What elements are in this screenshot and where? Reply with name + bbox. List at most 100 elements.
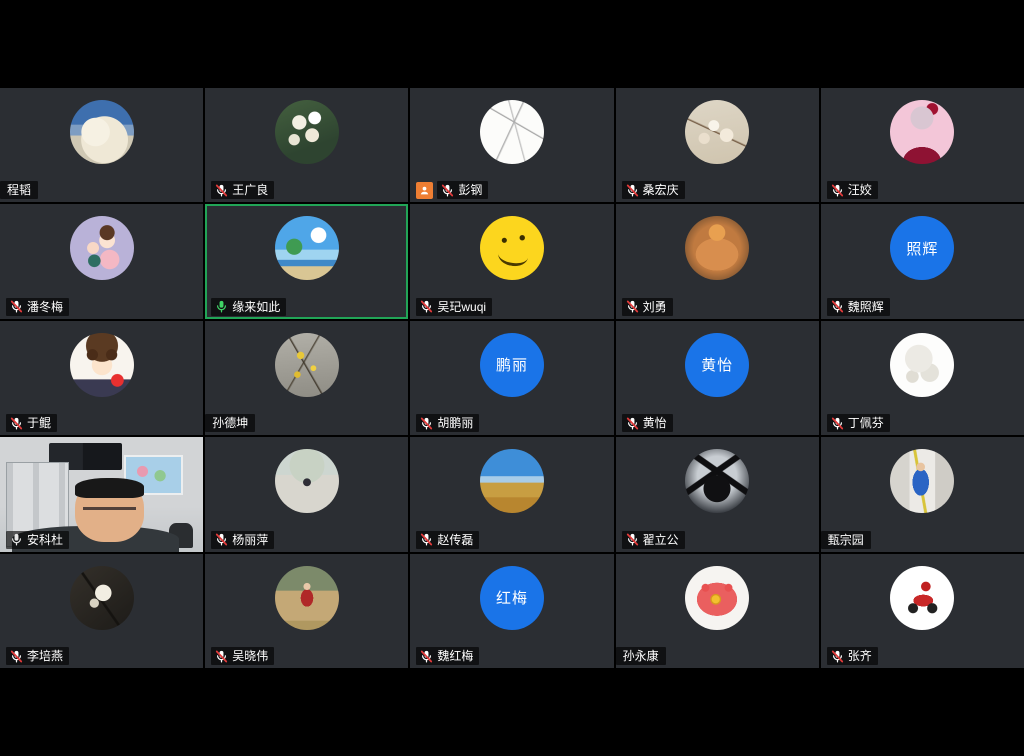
nameplate: 孙永康 (616, 647, 666, 665)
avatar-initials-text: 照辉 (890, 216, 954, 280)
mic-muted-icon (420, 417, 433, 430)
mic-muted-icon (420, 650, 433, 663)
mic-on-icon (10, 533, 23, 546)
participant-tile[interactable]: 黄怡 黄怡 (616, 321, 819, 435)
blossom-avatar (685, 100, 749, 164)
nameplate: 吴晓伟 (211, 647, 274, 665)
smiley-avatar (480, 216, 544, 280)
nameplate: 丁佩芬 (827, 414, 890, 432)
anime-girl-avatar (890, 100, 954, 164)
participant-name: 胡鹏丽 (437, 416, 473, 430)
nameplate: 汪姣 (827, 181, 878, 199)
participant-name: 缘来如此 (232, 300, 280, 314)
participant-name: 赵传磊 (437, 533, 473, 547)
participant-tile[interactable]: 吴晓伟 (205, 554, 408, 668)
family-avatar (70, 216, 134, 280)
participant-tile[interactable]: 翟立公 (616, 437, 819, 551)
participant-name: 甄宗园 (828, 533, 864, 547)
participant-name: 程韬 (7, 183, 31, 197)
gourd-avatar (685, 216, 749, 280)
participant-name: 安科杜 (27, 533, 63, 547)
nameplate: 孙德坤 (205, 414, 255, 432)
nameplate: 魏照辉 (827, 298, 890, 316)
participant-tile[interactable]: 汪姣 (821, 88, 1024, 202)
nameplate: 缘来如此 (211, 298, 286, 316)
figurine-avatar (890, 333, 954, 397)
participant-tile[interactable]: 孙德坤 (205, 321, 408, 435)
participant-name: 丁佩芬 (848, 416, 884, 430)
nameplate: 吴玘wuqi (416, 298, 492, 316)
participant-tile-live-video[interactable]: 安科杜 (0, 437, 203, 551)
participant-tile[interactable]: 甄宗园 (821, 437, 1024, 551)
participant-tile-active-speaker[interactable]: 缘来如此 (205, 204, 408, 318)
participant-tile[interactable]: 丁佩芬 (821, 321, 1024, 435)
mic-muted-icon (831, 650, 844, 663)
participant-name: 杨丽萍 (232, 533, 268, 547)
participant-tile[interactable]: 于鲲 (0, 321, 203, 435)
participant-tile[interactable]: 王广良 (205, 88, 408, 202)
nameplate: 安科杜 (6, 531, 69, 549)
mic-muted-icon (626, 184, 639, 197)
nameplate: 李培燕 (6, 647, 69, 665)
mic-muted-icon (626, 533, 639, 546)
nameplate: 赵传磊 (416, 531, 479, 549)
participant-tile[interactable]: 桑宏庆 (616, 88, 819, 202)
nameplate: 王广良 (211, 181, 274, 199)
letterbox-bottom (0, 668, 1024, 756)
participant-name: 潘冬梅 (27, 300, 63, 314)
mic-muted-icon (10, 417, 23, 430)
participant-tile[interactable]: 程韬 (0, 88, 203, 202)
initials-avatar: 照辉 (890, 216, 954, 280)
participant-tile[interactable]: 张齐 (821, 554, 1024, 668)
participant-tile[interactable]: 吴玘wuqi (410, 204, 613, 318)
initials-avatar: 鹏丽 (480, 333, 544, 397)
wheat-field-avatar (480, 449, 544, 513)
participant-grid: 程韬 王广良 彭钢 桑宏庆 汪姣 潘冬梅 缘来如此 (0, 88, 1024, 668)
nameplate: 翟立公 (622, 531, 685, 549)
avatar-initials-text: 鹏丽 (480, 333, 544, 397)
person-badge-icon (416, 182, 433, 199)
outdoor-person-avatar (275, 566, 339, 630)
participant-tile[interactable]: 彭钢 (410, 88, 613, 202)
participant-tile[interactable]: 孙永康 (616, 554, 819, 668)
mic-muted-icon (10, 300, 23, 313)
participant-tile[interactable]: 刘勇 (616, 204, 819, 318)
participant-name: 汪姣 (848, 183, 872, 197)
nameplate: 潘冬梅 (6, 298, 69, 316)
silhouette-avatar (685, 449, 749, 513)
participant-name: 李培燕 (27, 649, 63, 663)
white-flowers-avatar (275, 100, 339, 164)
nameplate: 魏红梅 (416, 647, 479, 665)
person-head (75, 478, 144, 542)
nameplate: 甄宗园 (821, 531, 871, 549)
mic-muted-icon (215, 650, 228, 663)
initials-avatar: 红梅 (480, 566, 544, 630)
participant-name: 桑宏庆 (643, 183, 679, 197)
mic-muted-icon (441, 184, 454, 197)
participant-tile[interactable]: 照辉 魏照辉 (821, 204, 1024, 318)
letterbox-top (0, 0, 1024, 88)
motorbike-avatar (890, 566, 954, 630)
road-avatar (275, 449, 339, 513)
sheep-avatar (70, 100, 134, 164)
nameplate: 黄怡 (622, 414, 673, 432)
avatar-initials-text: 红梅 (480, 566, 544, 630)
participant-name: 彭钢 (458, 183, 482, 197)
participant-tile[interactable]: 红梅 魏红梅 (410, 554, 613, 668)
nameplate: 于鲲 (6, 414, 57, 432)
nameplate: 张齐 (827, 647, 878, 665)
participant-tile[interactable]: 赵传磊 (410, 437, 613, 551)
mic-muted-icon (626, 417, 639, 430)
child-avatar (890, 449, 954, 513)
participant-tile[interactable]: 潘冬梅 (0, 204, 203, 318)
plum-blossom-avatar (70, 566, 134, 630)
participant-tile[interactable]: 杨丽萍 (205, 437, 408, 551)
participant-tile[interactable]: 李培燕 (0, 554, 203, 668)
mic-muted-icon (831, 300, 844, 313)
branch-avatar (275, 333, 339, 397)
mic-muted-icon (215, 533, 228, 546)
participant-tile[interactable]: 鹏丽 胡鹏丽 (410, 321, 613, 435)
participant-name: 魏红梅 (437, 649, 473, 663)
mic-muted-icon (420, 300, 433, 313)
participant-name: 魏照辉 (848, 300, 884, 314)
